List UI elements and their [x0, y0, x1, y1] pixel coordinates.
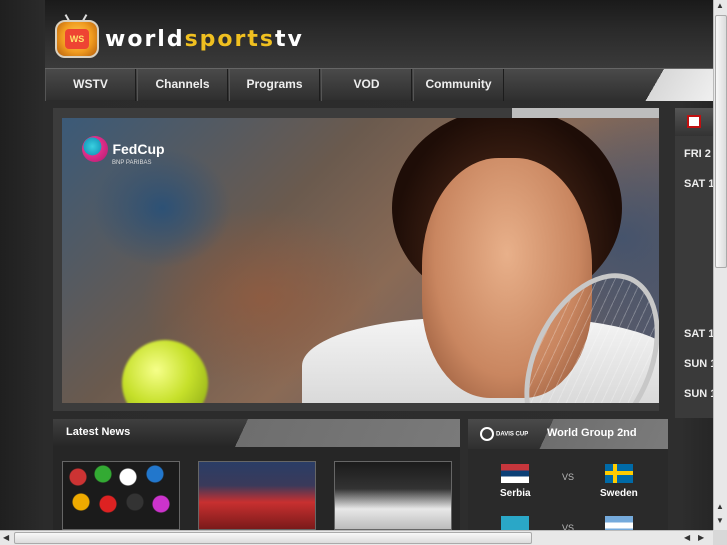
nav-end-decoration [635, 69, 713, 101]
tennis-ball-shape [122, 340, 208, 403]
davis-cup-title: World Group 2nd [547, 427, 637, 439]
news-thumbnail[interactable] [334, 461, 452, 530]
bundesliga-icon [687, 115, 701, 128]
news-thumbnail[interactable] [198, 461, 316, 530]
davis-cup-logo: DAVIS CUP [480, 427, 528, 441]
latest-news-section: Latest News [53, 419, 460, 530]
versus-label: VS [562, 472, 575, 482]
logo-screen: WS [65, 29, 89, 49]
davis-cup-logo-text: DAVIS CUP [496, 431, 529, 438]
nav-item-programs[interactable]: Programs [229, 69, 320, 101]
kazakhstan-flag-icon [501, 516, 529, 530]
nav-item-channels[interactable]: Channels [137, 69, 228, 101]
fedcup-mark-icon [82, 136, 108, 162]
brand-word-sports: sports [184, 27, 275, 52]
scroll-up-icon[interactable]: ▲ [716, 1, 724, 10]
hero-tab-decoration [512, 108, 659, 118]
team-away[interactable]: Sweden [600, 488, 638, 499]
brand-word-tv: tv [275, 27, 304, 52]
scrollbar-corner [713, 530, 727, 545]
header-decoration [223, 419, 460, 447]
scroll-down-icon[interactable]: ▲ [716, 502, 724, 511]
davis-cup-header: DAVIS CUP World Group 2nd [468, 419, 668, 449]
vertical-scroll-thumb[interactable] [715, 15, 727, 268]
vertical-scrollbar[interactable]: ▲ ▲ ▼ [713, 0, 727, 530]
schedule-date[interactable]: SUN 1 [684, 358, 713, 370]
brand-word-world: world [105, 27, 185, 52]
fedcup-logo-text: FedCup [112, 141, 165, 157]
argentina-flag-icon [605, 516, 633, 530]
hero-banner-image[interactable]: FedCup BNP PARIBAS [62, 118, 659, 403]
sweden-flag-icon [605, 464, 633, 483]
tv-icon: WS [55, 20, 99, 58]
schedule-date[interactable]: SUN 1 [684, 388, 713, 400]
serbia-flag-icon [501, 464, 529, 483]
nav-item-community[interactable]: Community [413, 69, 504, 101]
schedule-panel-header [675, 108, 713, 136]
main-nav: WSTV Channels Programs VOD Community [45, 68, 713, 101]
scroll-down-icon[interactable]: ▼ [716, 516, 724, 525]
nav-item-vod[interactable]: VOD [321, 69, 412, 101]
davis-cup-section: DAVIS CUP World Group 2nd VS Serbia Swed… [468, 419, 668, 530]
davis-cup-mark-icon [480, 427, 494, 441]
page-frame: WS worldsportstv WSTV Channels Programs … [0, 0, 713, 530]
nav-item-wstv[interactable]: WSTV [45, 69, 136, 101]
fedcup-logo-sub: BNP PARIBAS [112, 160, 152, 166]
schedule-date[interactable]: FRI 2 [684, 148, 711, 160]
schedule-date[interactable]: SAT 1 [684, 328, 713, 340]
news-thumbnail[interactable] [62, 461, 180, 530]
scroll-right-icon[interactable]: ▶ [698, 533, 704, 542]
latest-news-header: Latest News [53, 419, 460, 447]
schedule-panel: FRI 2 SAT 1 SAT 1 SUN 1 SUN 1 [675, 108, 713, 418]
scroll-left-icon[interactable]: ◀ [684, 533, 690, 542]
brand-wordmark[interactable]: worldsportstv [105, 27, 304, 52]
horizontal-scrollbar[interactable]: ◀ ◀ ▶ [0, 530, 713, 545]
team-home[interactable]: Serbia [500, 488, 531, 499]
schedule-list: FRI 2 SAT 1 SAT 1 SUN 1 SUN 1 [675, 136, 713, 418]
fedcup-logo: FedCup BNP PARIBAS [82, 136, 165, 166]
schedule-date[interactable]: SAT 1 [684, 178, 713, 190]
site-header: WS worldsportstv [45, 0, 713, 68]
wstv-logo[interactable]: WS [53, 14, 101, 60]
scroll-left-icon[interactable]: ◀ [3, 533, 9, 542]
horizontal-scroll-thumb[interactable] [14, 532, 532, 544]
versus-label: VS [562, 523, 575, 530]
latest-news-title: Latest News [66, 426, 131, 438]
